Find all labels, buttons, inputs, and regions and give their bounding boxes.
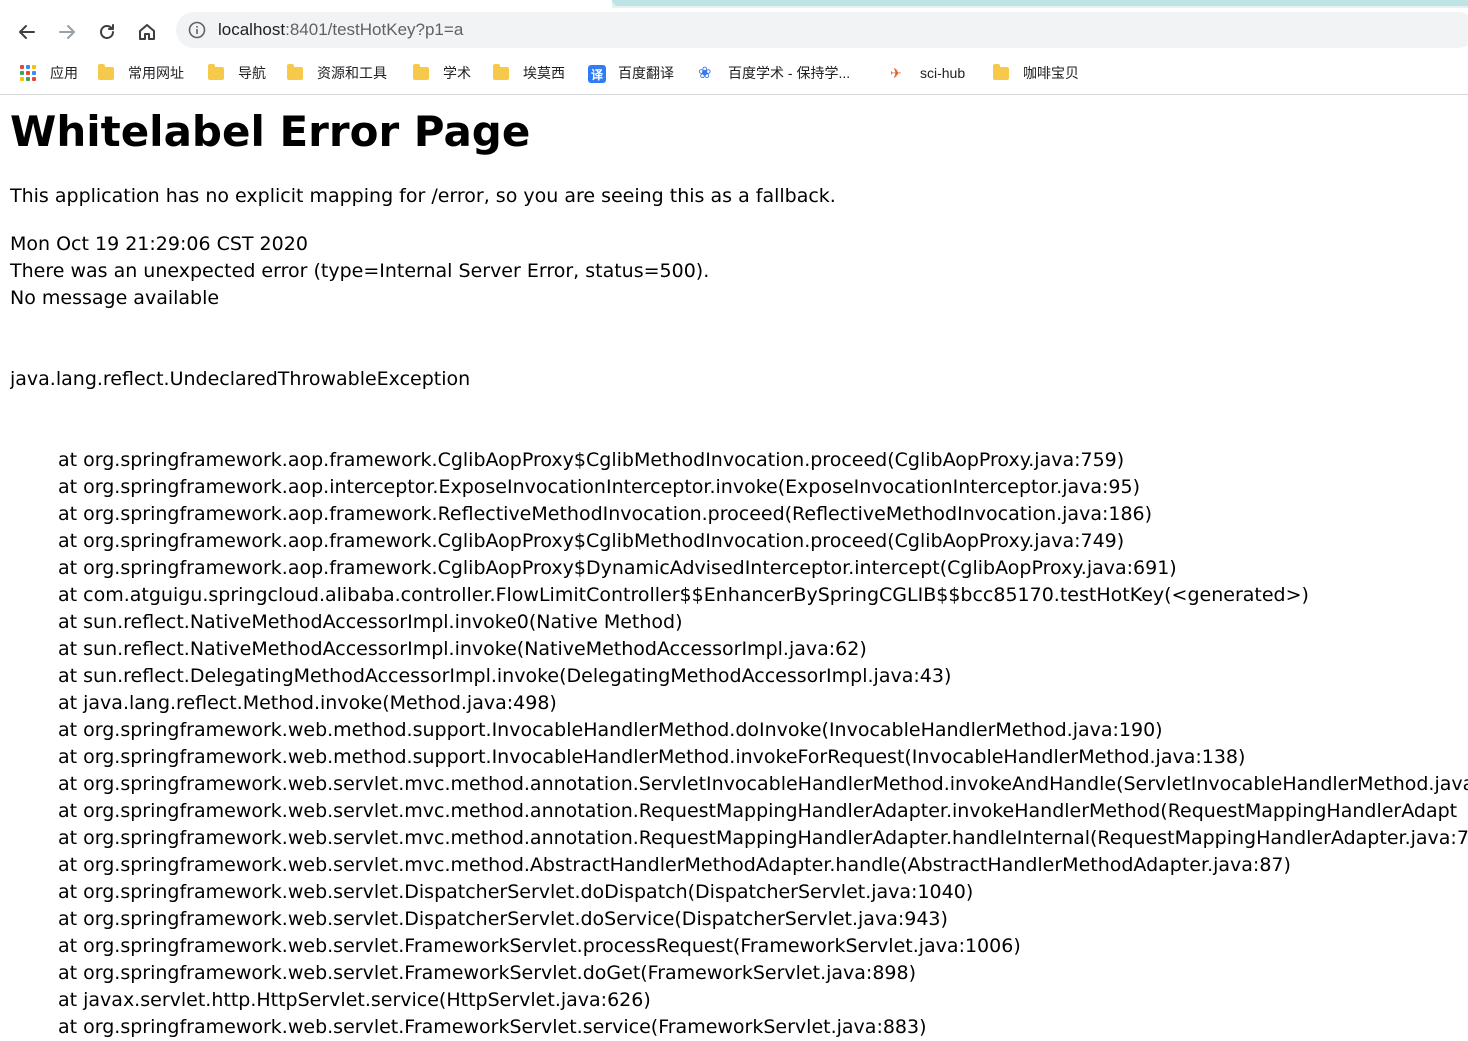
home-icon bbox=[139, 24, 155, 40]
stack-frame: at com.atguigu.springcloud.alibaba.contr… bbox=[58, 584, 1309, 606]
folder-icon bbox=[413, 64, 429, 81]
bookmark-label: 学术 bbox=[443, 65, 471, 81]
stack-frame: at org.springframework.aop.interceptor.E… bbox=[58, 476, 1141, 498]
bookmark-folder[interactable]: 埃莫西 bbox=[493, 62, 565, 84]
forward-button[interactable] bbox=[53, 18, 81, 46]
bookmark-label: 资源和工具 bbox=[317, 65, 387, 81]
stack-frame: at sun.reflect.DelegatingMethodAccessorI… bbox=[58, 665, 952, 687]
stack-frame: at org.springframework.web.method.suppor… bbox=[58, 746, 1246, 768]
error-timestamp: Mon Oct 19 21:29:06 CST 2020 bbox=[10, 233, 308, 255]
folder-icon bbox=[208, 64, 224, 81]
error-message: No message available bbox=[10, 287, 220, 309]
stack-frame: at org.springframework.web.servlet.Dispa… bbox=[58, 881, 974, 903]
baidu-paw-icon: ❀ bbox=[698, 65, 712, 82]
bookmark-scihub[interactable]: ✈ sci-hub bbox=[890, 62, 965, 84]
address-bar[interactable]: localhost:8401/testHotKey?p1=a bbox=[176, 12, 1468, 48]
stack-frame: at org.springframework.web.servlet.Frame… bbox=[58, 935, 1021, 957]
folder-icon bbox=[287, 64, 303, 81]
info-icon[interactable] bbox=[188, 21, 206, 39]
bookmark-folder[interactable]: 常用网址 bbox=[98, 62, 184, 84]
bookmark-label: 埃莫西 bbox=[523, 65, 565, 81]
bookmark-baidu-xueshu[interactable]: ❀ 百度学术 - 保持学... bbox=[698, 62, 850, 84]
exception-name: java.lang.reflect.UndeclaredThrowableExc… bbox=[10, 368, 471, 390]
stack-trace: java.lang.reflect.UndeclaredThrowableExc… bbox=[10, 312, 1468, 1041]
folder-icon bbox=[98, 64, 114, 81]
bookmark-apps[interactable]: 应用 bbox=[20, 62, 78, 84]
stack-frame: at org.springframework.web.servlet.mvc.m… bbox=[58, 773, 1468, 795]
page-title: Whitelabel Error Page bbox=[10, 107, 531, 156]
stack-frame: at org.springframework.web.method.suppor… bbox=[58, 719, 1163, 741]
reload-icon bbox=[100, 24, 114, 39]
stack-frame: at org.springframework.web.servlet.mvc.m… bbox=[58, 800, 1458, 822]
bookmark-label: 百度学术 - 保持学... bbox=[728, 65, 851, 81]
stack-frame: at org.springframework.web.servlet.Frame… bbox=[58, 962, 917, 984]
bookmark-label: sci-hub bbox=[920, 65, 966, 81]
bookmark-folder[interactable]: 学术 bbox=[413, 62, 471, 84]
arrow-left-icon bbox=[19, 25, 35, 39]
bookmarks-bar: 应用 常用网址 导航 资源和工具 学术 埃莫西 译 百度翻译 ❀ 百度学术 - … bbox=[0, 56, 1468, 95]
stack-frame: at org.springframework.aop.framework.Cgl… bbox=[58, 530, 1125, 552]
bookmark-folder[interactable]: 导航 bbox=[208, 62, 266, 84]
browser-toolbar: localhost:8401/testHotKey?p1=a bbox=[0, 8, 1468, 56]
active-tab[interactable] bbox=[0, 0, 612, 8]
bookmark-label: 咖啡宝贝 bbox=[1023, 65, 1079, 81]
arrow-right-icon bbox=[59, 25, 75, 39]
stack-frame: at sun.reflect.NativeMethodAccessorImpl.… bbox=[58, 638, 867, 660]
stack-frame: at org.springframework.aop.framework.Ref… bbox=[58, 503, 1153, 525]
url-path: :8401/testHotKey?p1=a bbox=[285, 20, 464, 39]
bookmark-label: 应用 bbox=[50, 65, 78, 81]
bookmark-baidu-translate[interactable]: 译 百度翻译 bbox=[588, 62, 674, 84]
back-button[interactable] bbox=[13, 18, 41, 46]
bookmark-label: 百度翻译 bbox=[618, 65, 674, 81]
stack-frame: at org.springframework.aop.framework.Cgl… bbox=[58, 449, 1125, 471]
stack-frame: at org.springframework.web.servlet.Dispa… bbox=[58, 908, 948, 930]
tab-strip bbox=[0, 0, 1468, 8]
new-tab-area[interactable] bbox=[612, 0, 1468, 6]
stack-frame: at javax.servlet.http.HttpServlet.servic… bbox=[58, 989, 651, 1011]
stack-frame: at java.lang.reflect.Method.invoke(Metho… bbox=[58, 692, 557, 714]
url-host: localhost bbox=[218, 20, 286, 39]
translate-icon: 译 bbox=[588, 65, 606, 83]
apps-icon bbox=[20, 65, 36, 81]
error-status: There was an unexpected error (type=Inte… bbox=[10, 260, 710, 282]
bookmark-folder[interactable]: 资源和工具 bbox=[287, 62, 387, 84]
url-text[interactable]: localhost:8401/testHotKey?p1=a bbox=[218, 19, 463, 41]
home-button[interactable] bbox=[133, 18, 161, 46]
folder-icon bbox=[993, 64, 1009, 81]
stack-frame: at org.springframework.aop.framework.Cgl… bbox=[58, 557, 1177, 579]
reload-button[interactable] bbox=[93, 18, 121, 46]
folder-icon bbox=[493, 64, 509, 81]
fallback-message: This application has no explicit mapping… bbox=[10, 185, 836, 207]
bookmark-label: 导航 bbox=[238, 65, 266, 81]
stack-frame: at sun.reflect.NativeMethodAccessorImpl.… bbox=[58, 611, 683, 633]
stack-frame: at org.springframework.web.servlet.Frame… bbox=[58, 1016, 927, 1038]
stack-frame: at org.springframework.web.servlet.mvc.m… bbox=[58, 854, 1291, 876]
bookmark-label: 常用网址 bbox=[128, 65, 184, 81]
stack-frame: at org.springframework.web.servlet.mvc.m… bbox=[58, 827, 1468, 849]
scihub-bird-icon: ✈ bbox=[890, 65, 902, 81]
bookmark-folder[interactable]: 咖啡宝贝 bbox=[993, 62, 1079, 84]
